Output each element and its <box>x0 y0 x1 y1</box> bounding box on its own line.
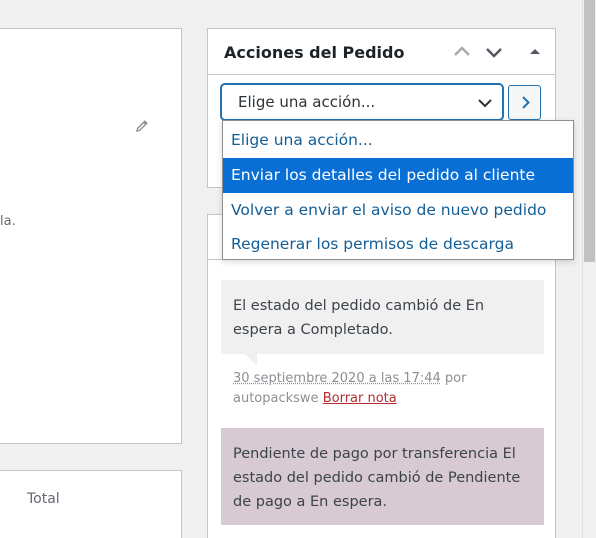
order-action-dropdown: Elige una acción... Enviar los detalles … <box>222 120 574 260</box>
customer-note-text: Pendiente de pago por transferencia El e… <box>233 446 521 510</box>
order-action-select-value: Elige una acción... <box>238 93 376 111</box>
delete-note-link[interactable]: Borrar nota <box>323 391 397 406</box>
note-tail <box>245 354 257 366</box>
apply-action-button[interactable] <box>508 85 541 120</box>
chevron-right-icon <box>522 96 530 109</box>
move-up-button[interactable] <box>451 41 473 63</box>
pencil-icon[interactable] <box>134 118 150 134</box>
order-action-select[interactable]: Elige una acción... <box>221 84 503 120</box>
order-note-text: El estado del pedido cambió de En espera… <box>233 298 485 338</box>
chevron-down-icon <box>486 48 502 58</box>
order-actions-title: Acciones del Pedido <box>224 43 405 62</box>
order-actions-header: Acciones del Pedido <box>208 29 555 75</box>
option-choose-action[interactable]: Elige una acción... <box>223 123 573 158</box>
triangle-up-icon <box>530 49 540 54</box>
note-meta: 30 septiembre 2020 a las 17:44 por autop… <box>233 369 533 409</box>
chevron-up-icon <box>454 46 470 56</box>
truncated-text: la. <box>0 214 16 229</box>
move-down-button[interactable] <box>483 41 505 63</box>
order-note: El estado del pedido cambió de En espera… <box>221 280 544 354</box>
option-regenerate-permissions[interactable]: Regenerar los permisos de descarga <box>223 227 573 262</box>
note-date: 30 septiembre 2020 a las 17:44 <box>233 371 441 386</box>
toggle-panel-button[interactable] <box>524 41 546 63</box>
scrollbar-thumb[interactable] <box>584 0 595 262</box>
option-send-order-details[interactable]: Enviar los detalles del pedido al client… <box>223 158 573 193</box>
order-details-panel <box>0 28 182 444</box>
chevron-down-icon <box>478 99 492 108</box>
customer-note: Pendiente de pago por transferencia El e… <box>221 428 544 525</box>
note-author: autopackswe <box>233 391 319 406</box>
total-column-header: Total <box>27 491 60 507</box>
note-by: por <box>444 371 467 386</box>
option-resend-new-order[interactable]: Volver a enviar el aviso de nuevo pedido <box>223 193 573 228</box>
